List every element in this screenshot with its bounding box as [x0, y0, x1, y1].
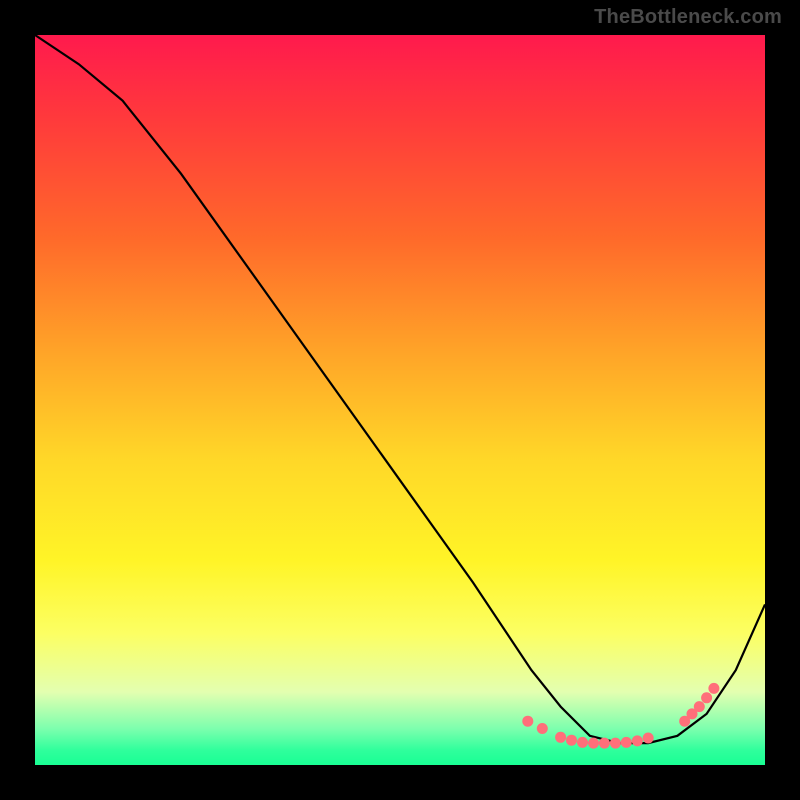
data-point — [537, 723, 548, 734]
data-point — [566, 735, 577, 746]
data-point — [522, 716, 533, 727]
data-point — [599, 738, 610, 749]
data-point — [621, 737, 632, 748]
data-point — [694, 701, 705, 712]
curve-path — [35, 35, 765, 743]
chart-frame: TheBottleneck.com — [0, 0, 800, 800]
data-point — [577, 737, 588, 748]
data-point — [643, 733, 654, 744]
data-point — [610, 738, 621, 749]
data-point — [632, 735, 643, 746]
plot-area — [35, 35, 765, 765]
data-point — [588, 738, 599, 749]
chart-svg — [35, 35, 765, 765]
marker-group — [522, 683, 719, 749]
data-point — [708, 683, 719, 694]
watermark-text: TheBottleneck.com — [594, 6, 782, 29]
data-point — [555, 732, 566, 743]
data-point — [701, 692, 712, 703]
